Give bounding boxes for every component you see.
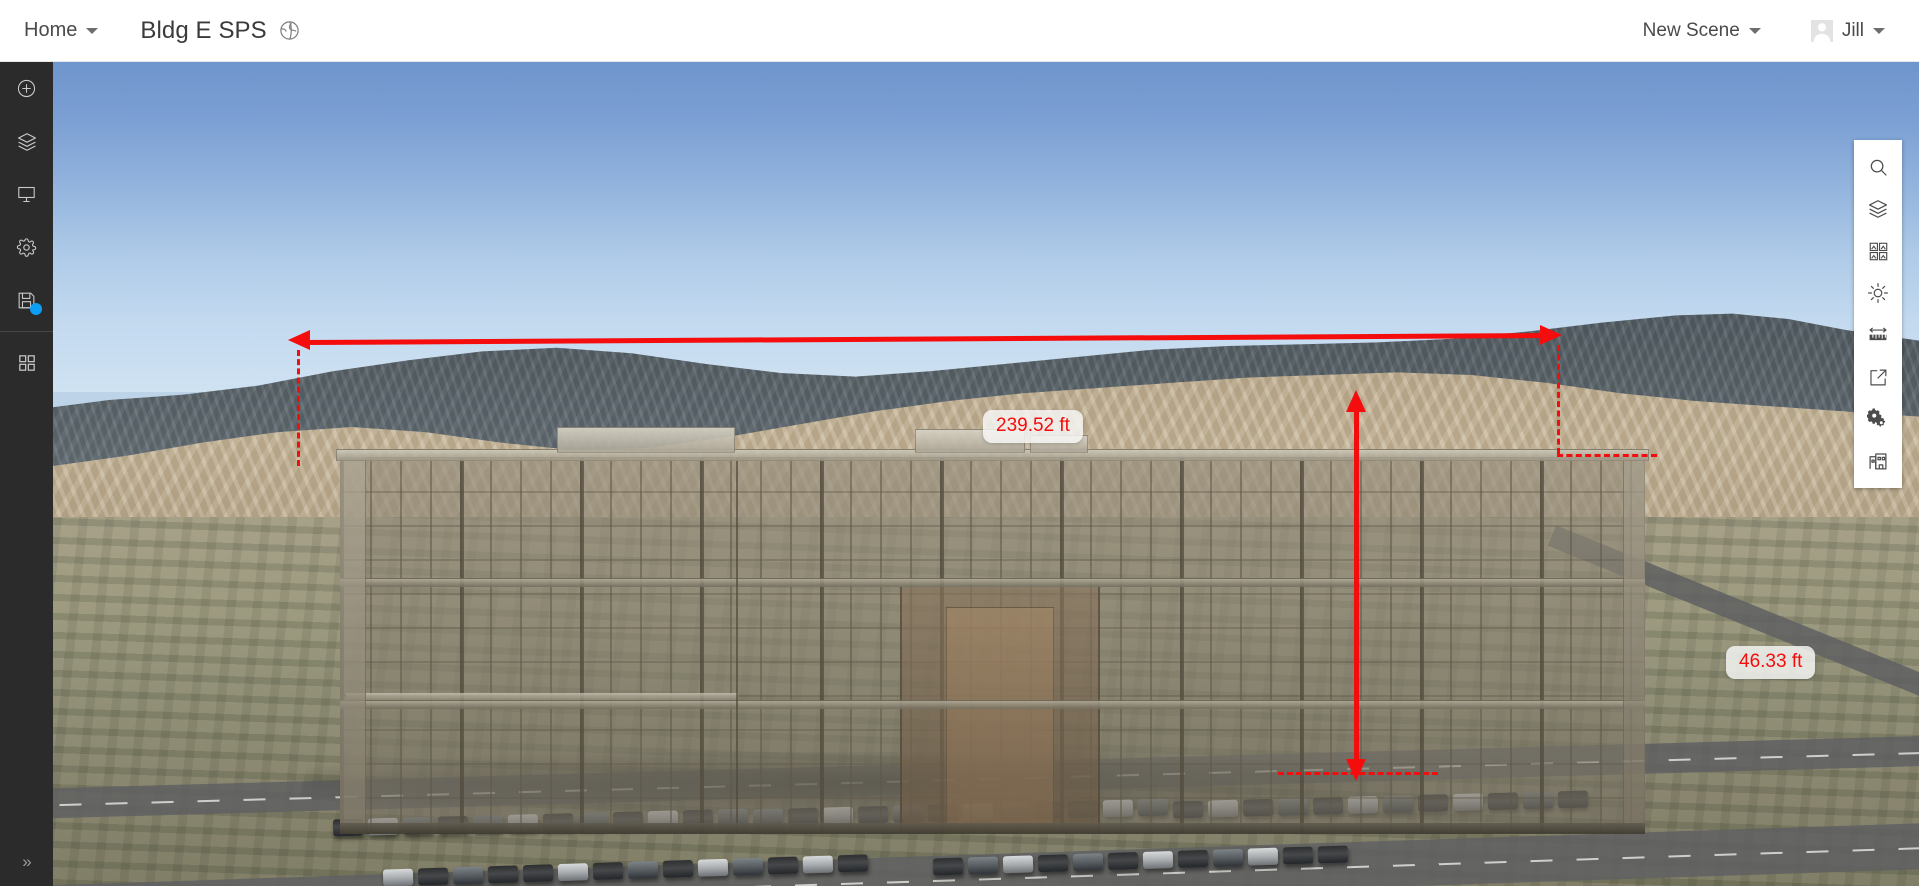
avatar <box>1810 19 1833 42</box>
save-notification-badge <box>30 303 42 315</box>
sidebar-item-slides[interactable] <box>0 168 53 221</box>
gear-icon <box>16 237 37 258</box>
chevron-down-icon <box>86 27 99 34</box>
new-scene-button[interactable]: New Scene <box>1631 14 1773 48</box>
building-icon <box>1867 450 1889 472</box>
tool-search[interactable] <box>1854 146 1902 188</box>
chevron-down-icon <box>1748 27 1761 34</box>
roof-mechanical-unit <box>557 427 735 453</box>
building-wing-joint <box>736 457 738 834</box>
grid-apps-icon <box>17 353 37 373</box>
sidebar-item-layers[interactable] <box>0 115 53 168</box>
layers-icon <box>16 131 38 153</box>
home-menu-button[interactable]: Home <box>12 13 110 48</box>
plus-circle-icon <box>16 78 37 99</box>
share-arrow-icon <box>1868 367 1889 388</box>
user-name-label: Jill <box>1841 19 1864 41</box>
scene-tools-toolbar <box>1854 140 1902 488</box>
new-scene-label: New Scene <box>1642 19 1740 41</box>
sidebar-item-save[interactable] <box>0 274 53 327</box>
sidebar-item-apps[interactable] <box>0 336 53 389</box>
chevron-down-icon <box>1873 27 1885 34</box>
scene-title-group[interactable]: Bldg E SPS <box>140 17 300 45</box>
user-menu-button[interactable]: Jill <box>1799 14 1897 48</box>
roof-mechanical-unit <box>1030 435 1088 453</box>
sidebar-expand-button[interactable]: » <box>0 838 53 886</box>
scene-view[interactable]: 239.52 ft 46.33 ft <box>53 62 1919 886</box>
sidebar-item-add-layer[interactable] <box>0 62 53 115</box>
building-entry-panel <box>946 607 1054 833</box>
sidebar-divider <box>0 331 53 332</box>
page-title: Bldg E SPS <box>140 16 267 44</box>
floor-band <box>340 578 1645 587</box>
building-end-wall-right <box>1623 457 1645 834</box>
header-right-group: New Scene Jill <box>1631 14 1919 48</box>
tool-measurement[interactable] <box>1854 314 1902 356</box>
presentation-icon <box>16 184 37 205</box>
tool-scene-settings[interactable] <box>1854 398 1902 440</box>
building-3d-model[interactable] <box>336 427 1649 834</box>
search-icon <box>1868 157 1889 178</box>
floor-band <box>340 700 1645 709</box>
ruler-measure-icon <box>1867 324 1889 346</box>
app-header: Home Bldg E SPS New Scene Jill <box>0 0 1919 62</box>
building-end-wall-left <box>340 457 366 834</box>
tool-daylight[interactable] <box>1854 272 1902 314</box>
tool-basemap-gallery[interactable] <box>1854 230 1902 272</box>
building-canopy <box>346 693 738 700</box>
globe-icon <box>278 19 301 42</box>
basemap-grid-icon <box>1868 241 1889 262</box>
tool-building-explorer[interactable] <box>1854 440 1902 482</box>
sun-icon <box>1867 282 1889 304</box>
gears-icon <box>1867 408 1889 430</box>
home-menu-label: Home <box>24 19 78 41</box>
header-left-group: Home Bldg E SPS <box>0 13 301 48</box>
sidebar-item-settings[interactable] <box>0 221 53 274</box>
left-sidebar: » <box>0 62 53 886</box>
layers-icon <box>1867 198 1889 220</box>
building-base <box>340 823 1645 834</box>
tool-layer-list[interactable] <box>1854 188 1902 230</box>
roof-mechanical-unit <box>915 429 1025 453</box>
tool-share[interactable] <box>1854 356 1902 398</box>
